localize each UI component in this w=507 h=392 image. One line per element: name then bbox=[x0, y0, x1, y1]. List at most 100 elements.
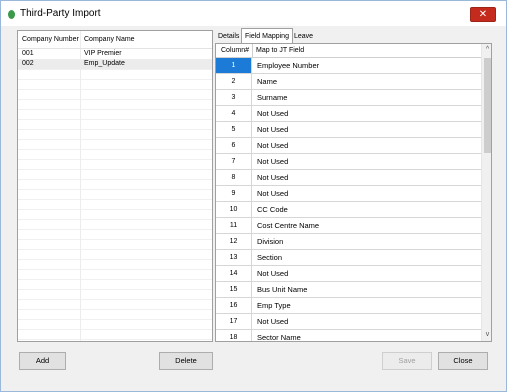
mapping-column-number[interactable]: 8 bbox=[216, 170, 252, 185]
scrollbar-thumb[interactable] bbox=[484, 58, 491, 153]
mapping-row[interactable]: 8 Not Used bbox=[216, 170, 481, 186]
tab-details[interactable]: Details bbox=[215, 30, 242, 43]
mapping-row[interactable]: 12 Division bbox=[216, 234, 481, 250]
company-list-header: Company Number Company Name bbox=[18, 31, 212, 49]
tab-leave[interactable]: Leave bbox=[291, 30, 316, 43]
mapping-row[interactable]: 13 Section bbox=[216, 250, 481, 266]
mapping-column-number[interactable]: 10 bbox=[216, 202, 252, 217]
column-header-company-name[interactable]: Company Name bbox=[84, 36, 135, 43]
mapping-field-name[interactable]: Not Used bbox=[257, 138, 288, 153]
grid-line bbox=[18, 249, 212, 250]
field-mapping-grid: Column# Map to JT Field 1 Employee Number… bbox=[215, 43, 492, 342]
mapping-row[interactable]: 2 Name bbox=[216, 74, 481, 90]
mapping-field-name[interactable]: Sector Name bbox=[257, 330, 301, 341]
grid-line bbox=[18, 229, 212, 230]
company-name: Emp_Update bbox=[84, 60, 125, 67]
mapping-row[interactable]: 16 Emp Type bbox=[216, 298, 481, 314]
mapping-field-name[interactable]: Name bbox=[257, 74, 277, 89]
column-header-company-number[interactable]: Company Number bbox=[22, 36, 79, 43]
mapping-row[interactable]: 14 Not Used bbox=[216, 266, 481, 282]
grid-line bbox=[18, 109, 212, 110]
mapping-row[interactable]: 17 Not Used bbox=[216, 314, 481, 330]
save-button[interactable]: Save bbox=[382, 352, 432, 370]
mapping-field-name[interactable]: Not Used bbox=[257, 122, 288, 137]
mapping-field-name[interactable]: Not Used bbox=[257, 186, 288, 201]
mapping-field-name[interactable]: Not Used bbox=[257, 106, 288, 121]
app-icon bbox=[8, 10, 15, 19]
grid-line bbox=[18, 79, 212, 80]
mapping-row[interactable]: 10 CC Code bbox=[216, 202, 481, 218]
mapping-field-name[interactable]: Not Used bbox=[257, 314, 288, 329]
mapping-field-name[interactable]: Cost Centre Name bbox=[257, 218, 319, 233]
mapping-column-number[interactable]: 6 bbox=[216, 138, 252, 153]
scroll-down-arrow-icon[interactable]: v bbox=[482, 329, 491, 341]
column-header-column-number[interactable]: Column# bbox=[221, 47, 249, 54]
grid-line bbox=[18, 119, 212, 120]
grid-line bbox=[18, 239, 212, 240]
mapping-column-number[interactable]: 3 bbox=[216, 90, 252, 105]
column-header-map-to-field[interactable]: Map to JT Field bbox=[256, 47, 304, 54]
grid-line bbox=[18, 189, 212, 190]
mapping-column-number[interactable]: 5 bbox=[216, 122, 252, 137]
mapping-field-name[interactable]: Not Used bbox=[257, 170, 288, 185]
grid-line bbox=[18, 269, 212, 270]
column-divider bbox=[80, 31, 81, 341]
mapping-field-name[interactable]: Not Used bbox=[257, 154, 288, 169]
mapping-column-number[interactable]: 14 bbox=[216, 266, 252, 281]
mapping-column-number[interactable]: 18 bbox=[216, 330, 252, 341]
grid-line bbox=[18, 139, 212, 140]
company-list: Company Number Company Name 001 VIP Prem… bbox=[17, 30, 213, 342]
dialog-body: Company Number Company Name 001 VIP Prem… bbox=[7, 26, 502, 388]
vertical-scrollbar[interactable]: ^ v bbox=[481, 44, 491, 341]
company-number: 001 bbox=[22, 50, 34, 57]
mapping-row[interactable]: 9 Not Used bbox=[216, 186, 481, 202]
mapping-row[interactable]: 4 Not Used bbox=[216, 106, 481, 122]
mapping-column-number[interactable]: 15 bbox=[216, 282, 252, 297]
grid-line bbox=[18, 309, 212, 310]
add-button[interactable]: Add bbox=[19, 352, 66, 370]
mapping-row[interactable]: 18 Sector Name bbox=[216, 330, 481, 341]
company-number: 002 bbox=[22, 60, 34, 67]
mapping-row[interactable]: 5 Not Used bbox=[216, 122, 481, 138]
mapping-column-number[interactable]: 13 bbox=[216, 250, 252, 265]
mapping-column-number[interactable]: 11 bbox=[216, 218, 252, 233]
mapping-column-number[interactable]: 1 bbox=[216, 58, 252, 73]
mapping-row[interactable]: 6 Not Used bbox=[216, 138, 481, 154]
mapping-field-name[interactable]: Division bbox=[257, 234, 283, 249]
window-close-button[interactable]: ✕ bbox=[470, 7, 496, 22]
mapping-field-name[interactable]: Emp Type bbox=[257, 298, 291, 313]
mapping-row[interactable]: 1 Employee Number bbox=[216, 58, 481, 74]
field-mapping-header: Column# Map to JT Field bbox=[216, 44, 481, 58]
delete-button[interactable]: Delete bbox=[159, 352, 213, 370]
mapping-column-number[interactable]: 2 bbox=[216, 74, 252, 89]
mapping-column-number[interactable]: 7 bbox=[216, 154, 252, 169]
tab-field-mapping[interactable]: Field Mapping bbox=[241, 28, 293, 43]
mapping-field-name[interactable]: Employee Number bbox=[257, 58, 319, 73]
mapping-column-number[interactable]: 12 bbox=[216, 234, 252, 249]
grid-line bbox=[18, 329, 212, 330]
grid-line bbox=[18, 339, 212, 340]
mapping-field-name[interactable]: Bus Unit Name bbox=[257, 282, 307, 297]
mapping-row[interactable]: 3 Surname bbox=[216, 90, 481, 106]
mapping-row[interactable]: 15 Bus Unit Name bbox=[216, 282, 481, 298]
grid-line bbox=[18, 99, 212, 100]
mapping-field-name[interactable]: Not Used bbox=[257, 266, 288, 281]
third-party-import-window: Third-Party Import ✕ Company Number Comp… bbox=[0, 0, 507, 392]
mapping-column-number[interactable]: 16 bbox=[216, 298, 252, 313]
mapping-column-number[interactable]: 4 bbox=[216, 106, 252, 121]
company-name: VIP Premier bbox=[84, 50, 122, 57]
mapping-field-name[interactable]: CC Code bbox=[257, 202, 288, 217]
mapping-field-name[interactable]: Surname bbox=[257, 90, 287, 105]
company-row[interactable]: 001 VIP Premier bbox=[18, 49, 212, 59]
close-button[interactable]: Close bbox=[438, 352, 488, 370]
grid-line bbox=[18, 279, 212, 280]
grid-line bbox=[18, 199, 212, 200]
grid-line bbox=[18, 89, 212, 90]
mapping-field-name[interactable]: Section bbox=[257, 250, 282, 265]
mapping-column-number[interactable]: 17 bbox=[216, 314, 252, 329]
mapping-row[interactable]: 11 Cost Centre Name bbox=[216, 218, 481, 234]
mapping-row[interactable]: 7 Not Used bbox=[216, 154, 481, 170]
scroll-up-arrow-icon[interactable]: ^ bbox=[482, 44, 491, 56]
company-row-selected[interactable]: 002 Emp_Update bbox=[18, 59, 212, 69]
mapping-column-number[interactable]: 9 bbox=[216, 186, 252, 201]
